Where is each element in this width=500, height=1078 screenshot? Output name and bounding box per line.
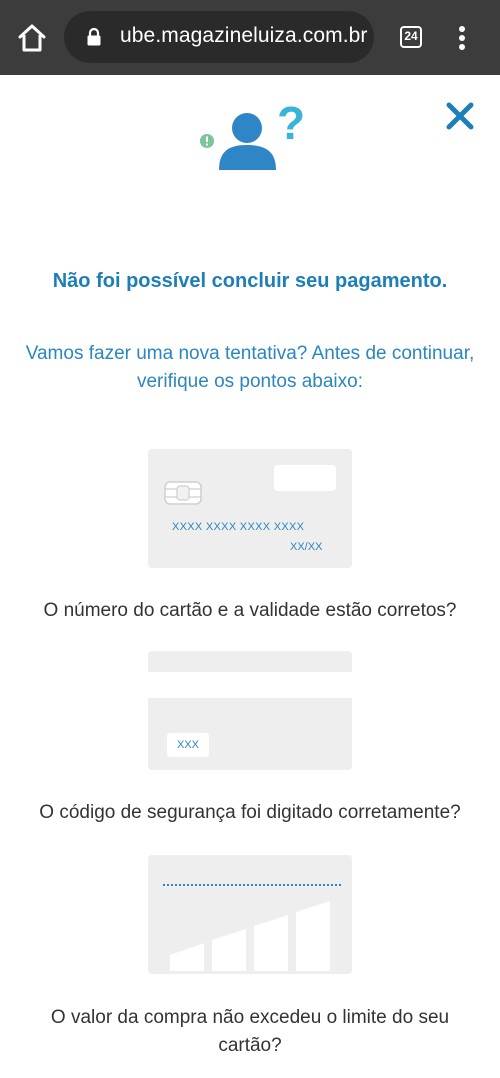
page-subtitle: Vamos fazer uma nova tentativa? Antes de… xyxy=(0,340,500,396)
limit-caption-line-1: O valor da compra não excedeu o limite d… xyxy=(50,1007,450,1028)
url-text: ube.magazineluiza.com.br xyxy=(120,24,368,47)
magnetic-strip xyxy=(148,672,352,698)
tab-switcher-button[interactable]: 24 xyxy=(400,26,422,48)
more-vert-icon[interactable] xyxy=(452,22,472,54)
home-icon[interactable] xyxy=(14,20,50,56)
card-logo-area xyxy=(274,465,336,491)
limit-caption-line-2: cartão? xyxy=(218,1035,282,1056)
chip-icon xyxy=(164,481,202,505)
limit-caption: O valor da compra não excedeu o limite d… xyxy=(0,1004,500,1060)
card-expiry: XX/XX xyxy=(290,541,323,553)
card-back-illustration: XXX xyxy=(148,651,352,770)
address-bar[interactable]: ube.magazineluiza.com.br xyxy=(64,11,374,63)
limit-line xyxy=(163,884,341,886)
card-number-caption: O número do cartão e a validade estão co… xyxy=(43,600,457,621)
card-front-illustration: XXXX XXXX XXXX XXXX XX/XX xyxy=(148,449,352,568)
limit-illustration xyxy=(148,855,352,974)
browser-toolbar: ube.magazineluiza.com.br 24 xyxy=(0,0,500,75)
security-code-caption: O código de segurança foi digitado corre… xyxy=(39,802,461,823)
subtitle-line-1: Vamos fazer uma nova tentativa? Antes de… xyxy=(25,343,475,364)
limit-bars xyxy=(170,901,330,971)
subtitle-line-2: verifique os pontos abaixo: xyxy=(136,371,364,392)
page-title: Não foi possível concluir seu pagamento. xyxy=(52,270,448,292)
user-question-icon: ? xyxy=(200,97,305,170)
lock-icon xyxy=(87,27,101,46)
card-number: XXXX XXXX XXXX XXXX xyxy=(172,521,305,533)
alert-icon xyxy=(200,134,214,148)
close-icon[interactable] xyxy=(444,100,476,132)
svg-text:?: ? xyxy=(277,97,305,149)
cvv-box: XXX xyxy=(167,733,209,757)
